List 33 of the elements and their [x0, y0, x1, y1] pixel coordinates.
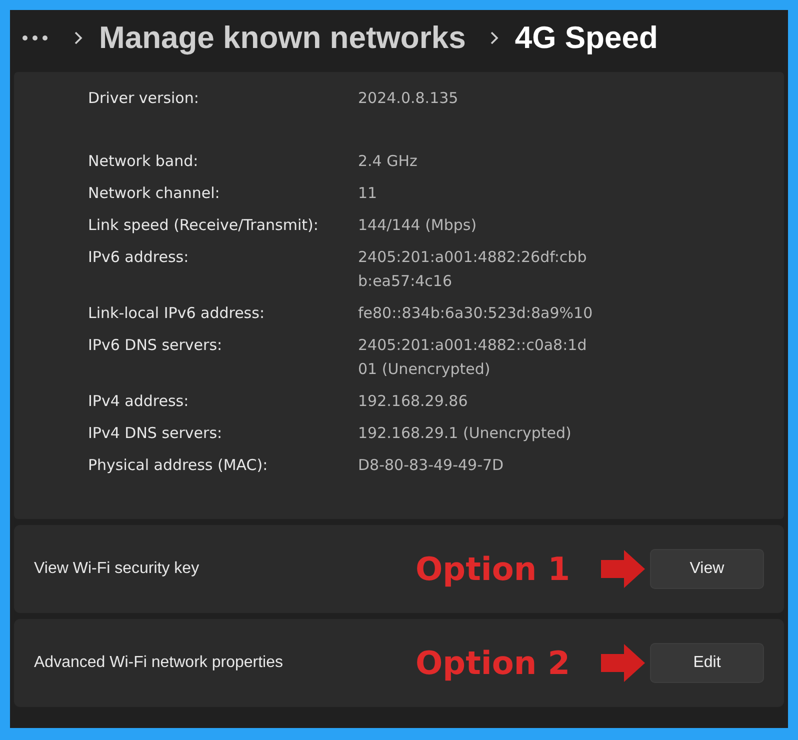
property-label: Link speed (Receive/Transmit): [88, 215, 320, 236]
property-value: 192.168.29.1 (Unencrypted) [358, 423, 572, 444]
property-label: Physical address (MAC): [88, 455, 269, 476]
property-label: Driver version: [88, 88, 200, 109]
property-label: IPv4 address: [88, 391, 190, 412]
property-value: 2405:201:a001:4882:26df:cbbb:ea57:4c16 [358, 247, 588, 292]
property-value: 2405:201:a001:4882::c0a8:1d01 (Unencrypted) [358, 335, 588, 380]
property-value: fe80::834b:6a30:523d:8a9%10 [358, 303, 594, 324]
setting-label: Advanced Wi-Fi network properties [34, 654, 283, 672]
property-value: 2.4 GHz [358, 151, 418, 172]
property-label: Link-local IPv6 address: [88, 303, 266, 324]
option-annotation: Option 2 [415, 644, 570, 682]
property-value: 2024.0.8.135 [358, 88, 460, 109]
more-icon[interactable] [22, 35, 48, 41]
breadcrumb-link[interactable]: Manage known networks [99, 20, 466, 56]
property-label: Network band: [88, 151, 200, 172]
property-value: 192.168.29.86 [358, 391, 469, 412]
property-value: D8-80-83-49-49-7D [358, 455, 505, 476]
action-button[interactable]: Edit [650, 643, 764, 683]
page-title: 4G Speed [514, 20, 658, 56]
property-label: IPv6 DNS servers: [88, 335, 224, 356]
property-label: IPv4 DNS servers: [88, 423, 224, 444]
option-annotation: Option 1 [415, 550, 570, 588]
property-label: Network channel: [88, 183, 221, 204]
action-button[interactable]: View [650, 549, 764, 589]
property-label: IPv6 address: [88, 247, 190, 268]
arrow-icon [600, 643, 646, 683]
chevron-icon [490, 31, 499, 45]
property-value: 11 [358, 183, 378, 204]
arrow-icon [600, 549, 646, 589]
property-value: 144/144 (Mbps) [358, 215, 478, 236]
setting-label: View Wi-Fi security key [34, 560, 200, 578]
chevron-icon [74, 31, 83, 45]
